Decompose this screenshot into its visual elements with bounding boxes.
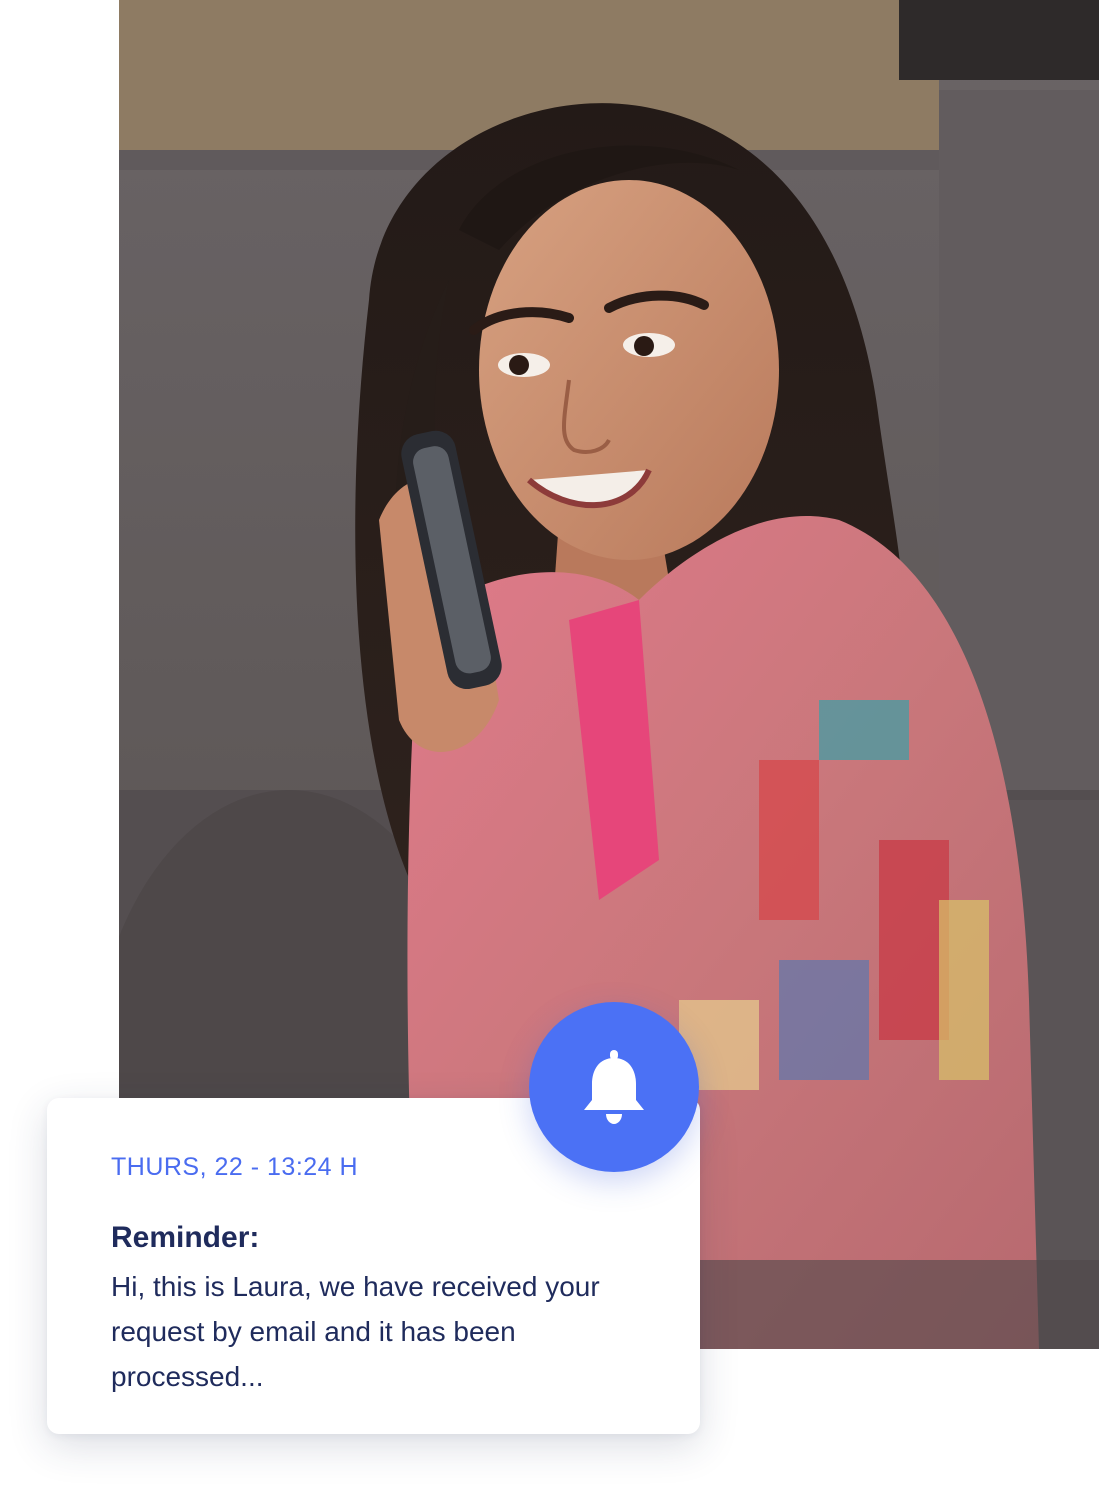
notification-title: Reminder: bbox=[111, 1221, 260, 1254]
bell-icon bbox=[584, 1050, 644, 1124]
notification-date: THURS, 22 - 13:24 H bbox=[111, 1153, 359, 1181]
notification-bell-button[interactable] bbox=[529, 1002, 699, 1172]
notification-message: Hi, this is Laura, we have received your… bbox=[111, 1271, 600, 1392]
